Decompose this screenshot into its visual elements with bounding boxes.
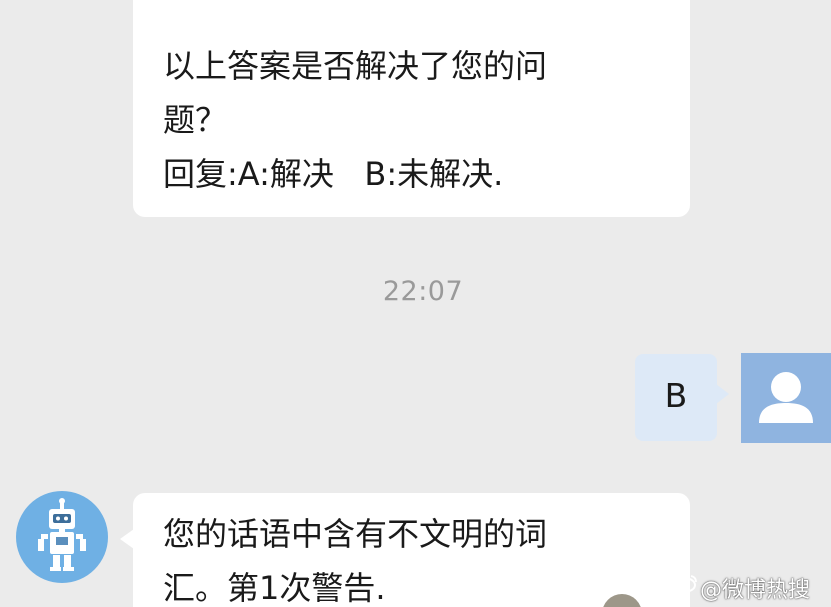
weibo-logo-icon [676,575,697,593]
bot-message-line: 回复:A:解决 B:未解决. [163,155,504,193]
bot-message-line: 题？ [163,101,228,139]
user-message-bubble[interactable]: B [635,354,729,441]
bot-message-line: 汇。第1次警告. [163,569,386,607]
bot-message-bubble[interactable]: 以上答案是否解决了您的问 题？ 回复:A:解决 B:未解决. [133,0,690,217]
user-avatar[interactable] [741,353,831,443]
user-silhouette-icon [759,372,813,423]
bot-message-bubble[interactable]: 您的话语中含有不文明的词 汇。第1次警告. [120,493,690,607]
bot-message-line: 您的话语中含有不文明的词 [163,515,548,553]
watermark-text: @微博热搜 [700,578,811,603]
bot-message-line: 以上答案是否解决了您的问 [163,47,548,85]
bot-avatar[interactable] [16,491,108,583]
user-message-text: B [664,376,688,415]
robot-icon [38,498,86,571]
chat-window: 以上答案是否解决了您的问 题？ 回复:A:解决 B:未解决. 22:07 B 您… [0,0,831,607]
message-timestamp: 22:07 [382,276,464,307]
